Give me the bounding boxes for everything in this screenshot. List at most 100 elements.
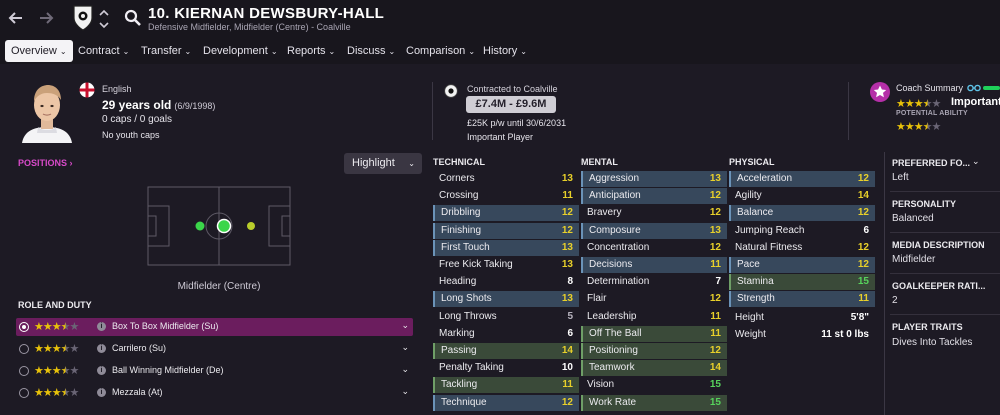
attribute-row[interactable]: Long Shots 13 <box>433 291 579 308</box>
star-full-icon: ★ <box>896 121 906 133</box>
chevron-down-icon[interactable]: ⌄ <box>401 386 409 397</box>
attribute-row[interactable]: Crossing 11 <box>433 188 579 204</box>
divider <box>884 152 885 415</box>
role-radio[interactable] <box>19 366 29 376</box>
attribute-name: Tackling <box>441 379 478 391</box>
attribute-name: Free Kick Taking <box>439 259 513 270</box>
attribute-row[interactable]: Acceleration 12 <box>729 171 875 187</box>
info-icon[interactable]: i <box>97 322 106 331</box>
height-value: 5'8" <box>850 312 869 323</box>
role-row[interactable]: ★★★★★ i Ball Winning Midfielder (De) ⌄ <box>16 362 413 380</box>
attribute-row[interactable]: Flair 12 <box>581 291 727 307</box>
role-radio[interactable] <box>19 344 29 354</box>
chevron-down-icon[interactable]: ⌄ <box>401 320 409 331</box>
attribute-row[interactable]: Heading 8 <box>433 274 579 290</box>
tab-reports[interactable]: Reports ⌄ <box>281 40 341 62</box>
role-row[interactable]: ★★★★★ i Mezzala (At) ⌄ <box>16 384 413 402</box>
attribute-row[interactable]: Technique 12 <box>433 394 579 411</box>
tab-label: Contract <box>78 45 120 57</box>
attribute-row[interactable]: Concentration 12 <box>581 240 727 256</box>
attribute-row[interactable]: Corners 13 <box>433 171 579 187</box>
attribute-value: 12 <box>857 259 869 270</box>
role-row[interactable]: ★★★★★ i Box To Box Midfielder (Su) ⌄ <box>16 318 413 336</box>
attribute-row[interactable]: Dribbling 12 <box>433 205 579 222</box>
player-switch-icon[interactable] <box>98 6 110 32</box>
star-full-icon: ★ <box>42 365 53 377</box>
star-full-icon: ★ <box>904 98 915 110</box>
attribute-name: Corners <box>439 173 475 184</box>
star-half-icon: ★ <box>60 387 71 399</box>
attribute-row[interactable]: Pace 12 <box>729 257 875 273</box>
tab-development[interactable]: Development ⌄ <box>197 40 284 62</box>
star-full-icon: ★ <box>51 365 62 377</box>
tab-transfer[interactable]: Transfer ⌄ <box>135 40 197 62</box>
attribute-value: 12 <box>857 173 869 184</box>
forward-arrow-icon[interactable] <box>36 8 56 28</box>
attribute-row[interactable]: Balance 12 <box>729 205 875 222</box>
attribute-name: Strength <box>737 293 775 305</box>
attribute-row[interactable]: Work Rate 15 <box>581 394 727 411</box>
role-radio[interactable] <box>19 322 29 332</box>
info-icon[interactable]: i <box>97 388 106 397</box>
attribute-row[interactable]: Natural Fitness 12 <box>729 240 875 256</box>
avatar <box>18 77 76 143</box>
media-description-value: Midfielder <box>892 254 936 265</box>
attribute-row[interactable]: Vision 15 <box>581 377 727 393</box>
technical-attributes: TECHNICAL Corners 13 Crossing 11 Dribbling 12… <box>433 157 579 415</box>
attribute-row[interactable]: Leadership 11 <box>581 309 727 325</box>
attribute-row[interactable]: Positioning 12 <box>581 343 727 359</box>
tab-discuss[interactable]: Discuss ⌄ <box>341 40 401 62</box>
attribute-value: 15 <box>857 276 869 288</box>
attribute-row[interactable]: Passing 14 <box>433 343 579 359</box>
attribute-value: 12 <box>561 224 573 236</box>
attribute-row[interactable]: Determination 7 <box>581 274 727 290</box>
attribute-row[interactable]: Off The Ball 11 <box>581 325 727 342</box>
divider <box>432 82 433 140</box>
attribute-row[interactable]: Stamina 15 <box>729 274 875 291</box>
attribute-row[interactable]: Finishing 12 <box>433 222 579 239</box>
attribute-row[interactable]: Long Throws 5 <box>433 309 579 325</box>
attribute-row[interactable]: Penalty Taking 10 <box>433 360 579 376</box>
attribute-row[interactable]: First Touch 13 <box>433 239 579 256</box>
highlight-dropdown[interactable]: Highlight ⌄ <box>344 153 422 174</box>
attribute-value: 15 <box>709 379 721 391</box>
attribute-name: First Touch <box>441 241 490 253</box>
info-icon[interactable]: i <box>97 366 106 375</box>
chevron-down-icon[interactable]: ⌄ <box>401 364 409 375</box>
attribute-row[interactable]: Tackling 11 <box>433 377 579 394</box>
star-full-icon: ★ <box>913 121 924 133</box>
attribute-row[interactable]: Decisions 11 <box>581 257 727 273</box>
star-full-icon: ★ <box>896 98 906 110</box>
position-pitch <box>147 186 291 266</box>
role-radio[interactable] <box>19 388 29 398</box>
preferred-foot-heading[interactable]: PREFERRED FO... <box>892 158 970 168</box>
transfer-value[interactable]: £7.4M - £9.6M <box>466 96 556 113</box>
tab-overview[interactable]: Overview ⌄ <box>5 40 73 62</box>
info-icon[interactable]: i <box>97 344 106 353</box>
attribute-row[interactable]: Jumping Reach 6 <box>729 223 875 239</box>
attribute-value: 13 <box>709 224 721 236</box>
search-icon[interactable] <box>124 9 142 27</box>
attribute-row[interactable]: Teamwork 14 <box>581 360 727 377</box>
separator <box>890 232 1000 233</box>
tab-contract[interactable]: Contract ⌄ <box>72 40 135 62</box>
separator <box>890 191 1000 192</box>
chevron-down-icon: ⌄ <box>59 47 67 56</box>
attribute-row[interactable]: Composure 13 <box>581 222 727 239</box>
club-crest-icon[interactable] <box>72 4 94 32</box>
role-row[interactable]: ★★★★★ i Carrilero (Su) ⌄ <box>16 340 413 358</box>
back-arrow-icon[interactable] <box>6 8 26 28</box>
attribute-row[interactable]: Free Kick Taking 13 <box>433 257 579 273</box>
attribute-row[interactable]: Marking 6 <box>433 326 579 342</box>
attribute-value: 13 <box>561 173 573 184</box>
attribute-row[interactable]: Strength 11 <box>729 291 875 308</box>
attribute-row[interactable]: Bravery 12 <box>581 205 727 221</box>
attribute-row[interactable]: Aggression 13 <box>581 171 727 187</box>
chevron-down-icon[interactable]: ⌄ <box>401 342 409 353</box>
chevron-down-icon[interactable]: ⌄ <box>972 156 980 167</box>
attribute-row[interactable]: Agility 14 <box>729 188 875 204</box>
attribute-row[interactable]: Anticipation 12 <box>581 188 727 205</box>
tab-history[interactable]: History ⌄ <box>477 40 533 62</box>
tab-comparison[interactable]: Comparison ⌄ <box>400 40 481 62</box>
positions-heading[interactable]: POSITIONS › <box>18 158 73 168</box>
